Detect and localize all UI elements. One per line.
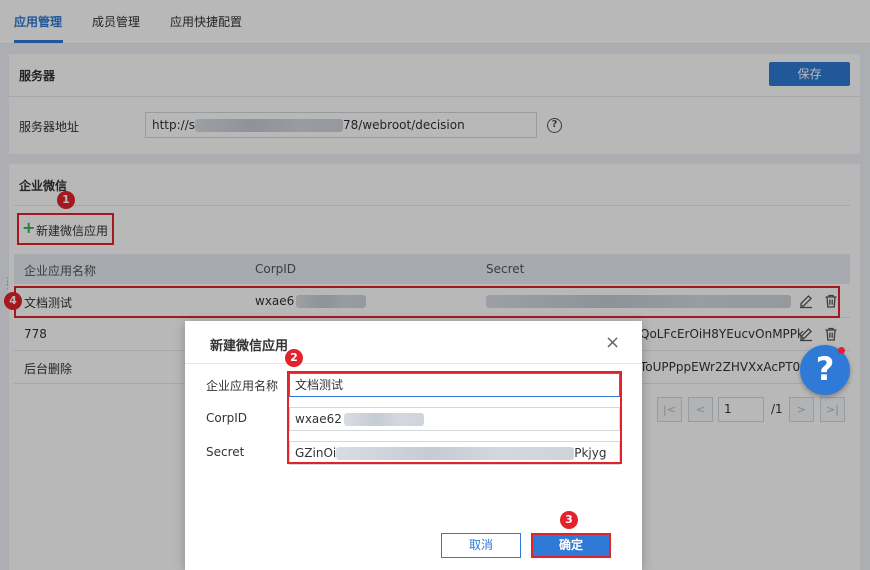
app-name-label: 企业应用名称 xyxy=(206,379,279,393)
new-wechat-app-dialog: 新建微信应用 × 企业应用名称 文档测试 CorpID wxae62 Secre… xyxy=(185,321,642,570)
notification-dot xyxy=(838,347,845,354)
dialog-divider xyxy=(185,363,642,364)
secret-label: Secret xyxy=(206,445,245,459)
corpid-label: CorpID xyxy=(206,411,248,425)
dialog-title: 新建微信应用 xyxy=(210,339,289,354)
annotation-badge-3: 3 xyxy=(560,511,578,529)
confirm-button[interactable]: 确定 xyxy=(531,533,611,558)
dialog-fields-frame xyxy=(287,371,622,464)
annotation-badge-2: 2 xyxy=(285,349,303,367)
close-icon[interactable]: × xyxy=(605,332,620,353)
cancel-button[interactable]: 取消 xyxy=(441,533,521,558)
